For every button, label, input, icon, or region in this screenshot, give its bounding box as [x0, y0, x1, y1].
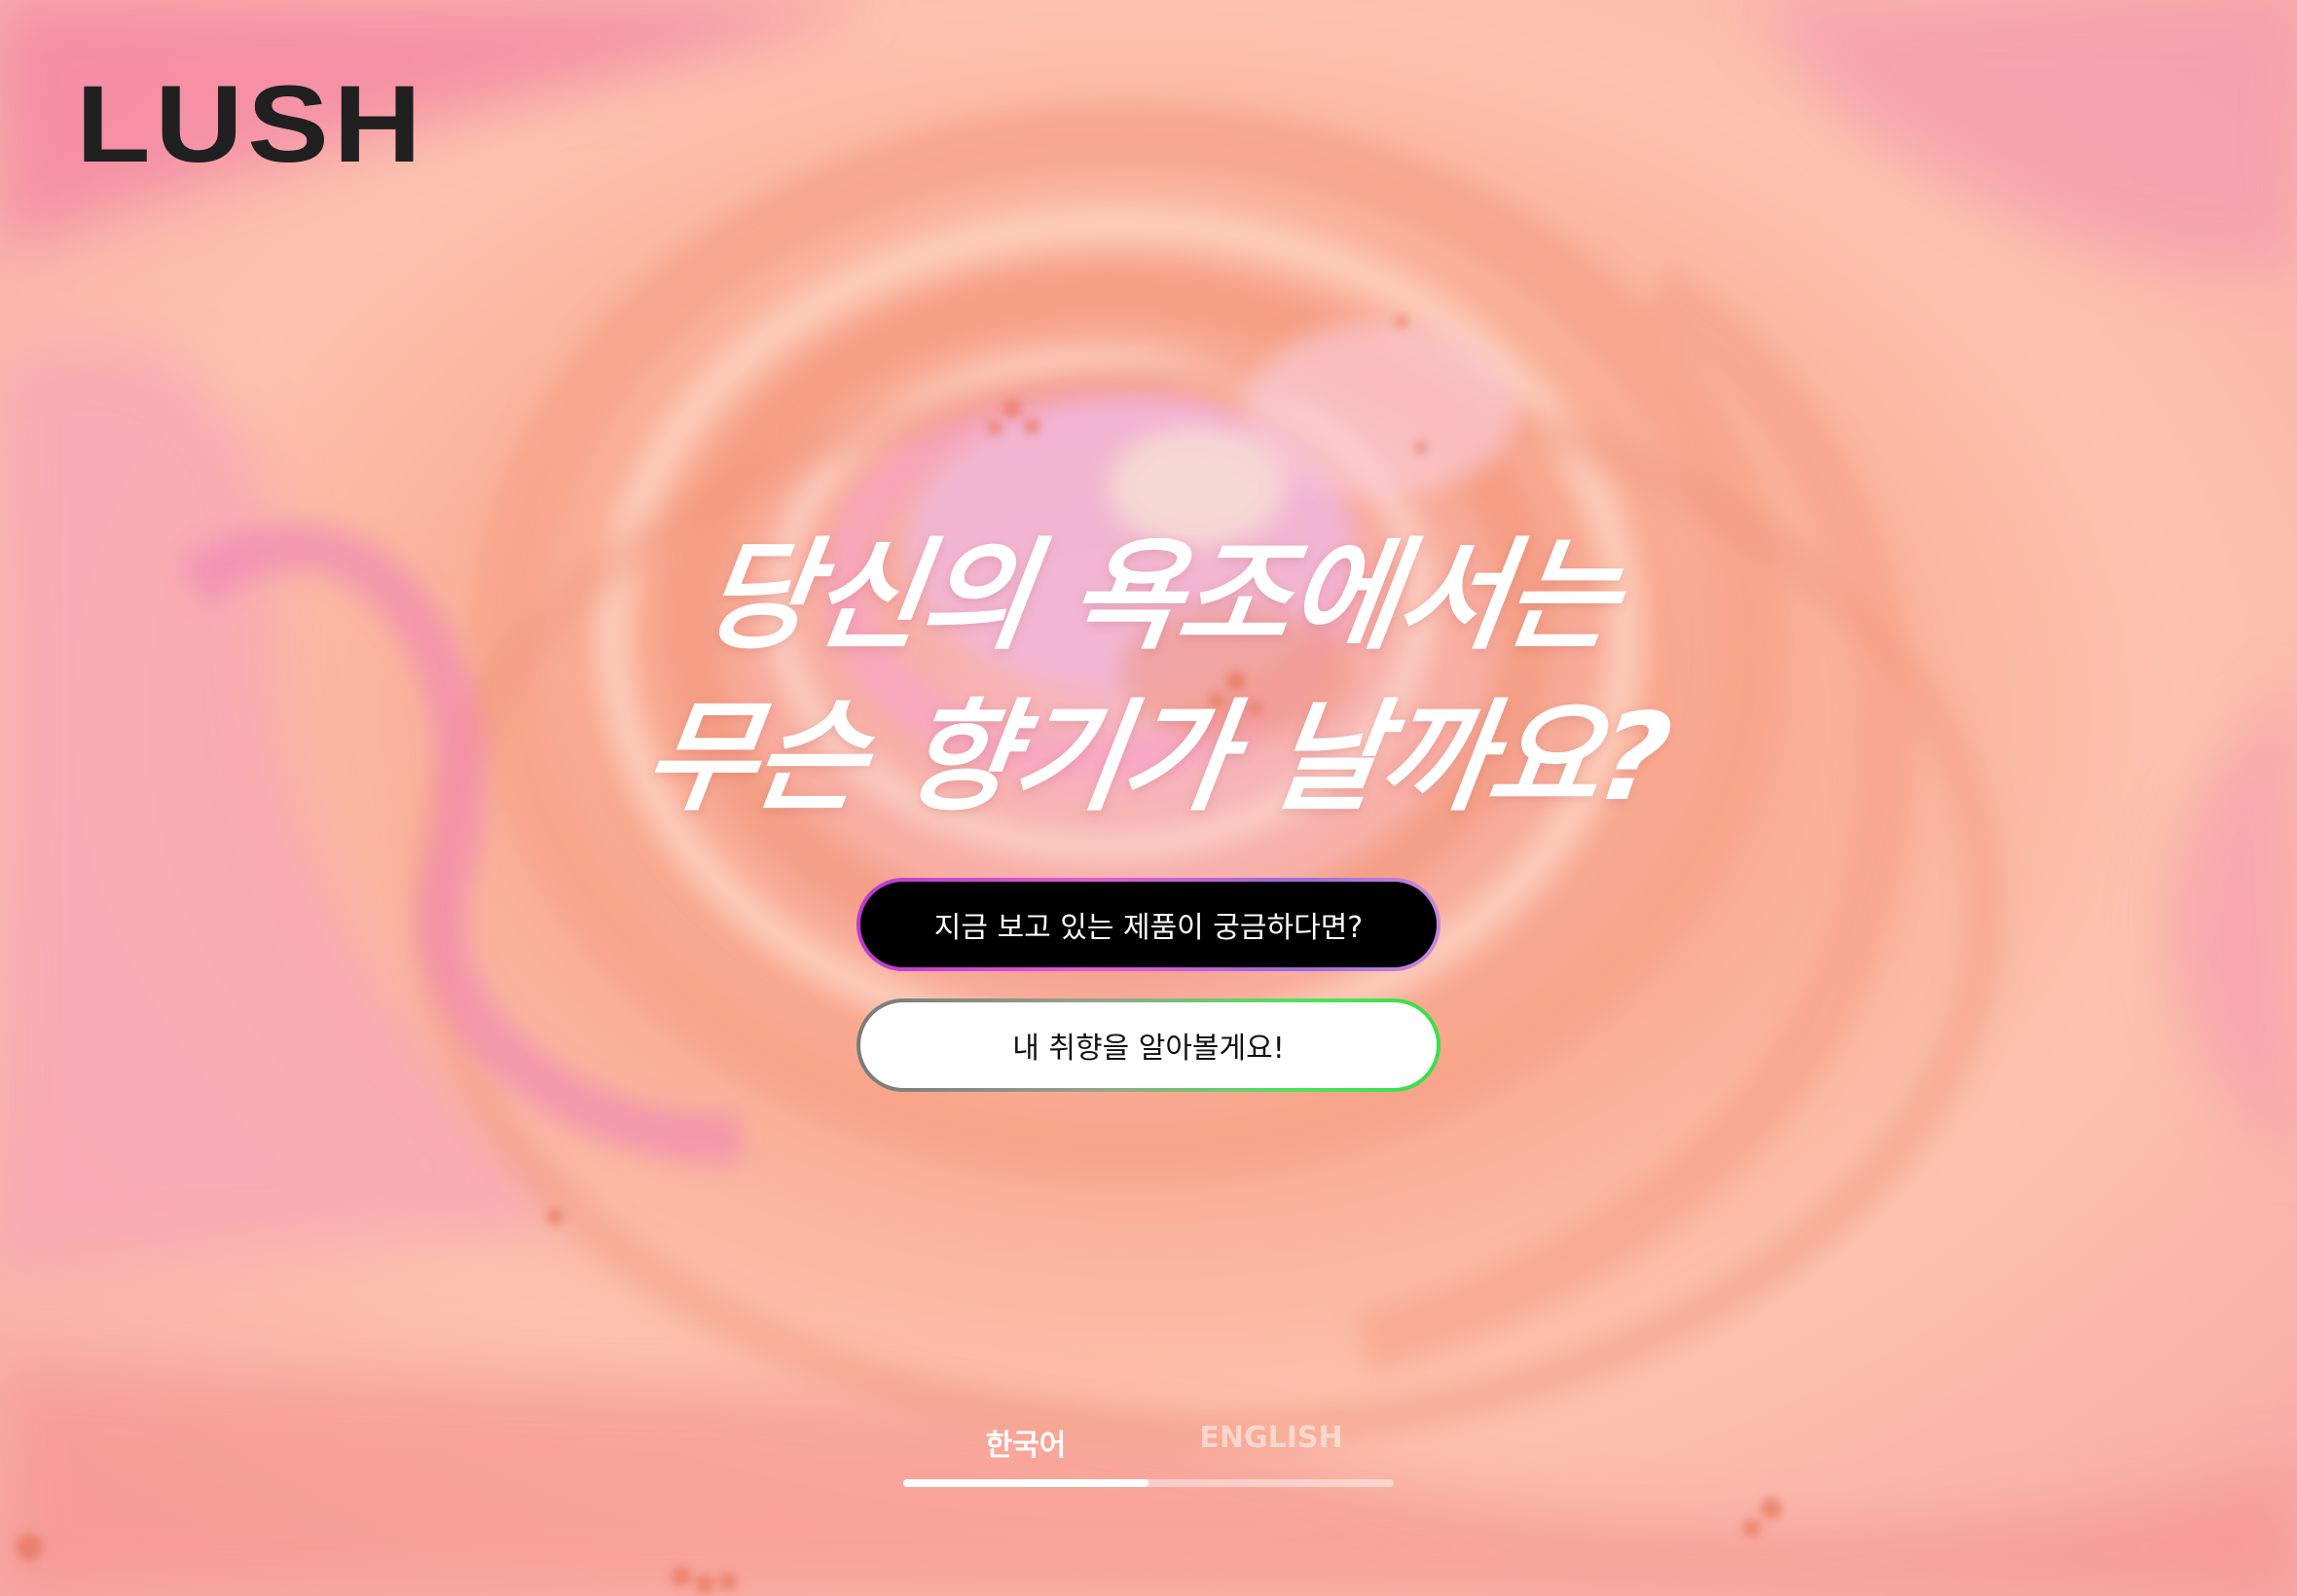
lush-logo[interactable]: LUSH	[76, 70, 425, 179]
language-switcher: 한국어 ENGLISH	[903, 1421, 1394, 1489]
active-language-indicator	[903, 1479, 1148, 1487]
tab-english[interactable]: ENGLISH	[1148, 1421, 1394, 1455]
headline-line-2: 무슨 향기가 날까요?	[636, 688, 1677, 828]
headline-line-1: 당신의 욕조에서는	[693, 526, 1626, 667]
tab-korean[interactable]: 한국어	[903, 1421, 1148, 1464]
language-track	[903, 1479, 1394, 1487]
find-my-preference-button[interactable]: 내 취향을 알아볼게요!	[857, 998, 1440, 1092]
hero-headline: 당신의 욕조에서는 무슨 향기가 날까요?	[0, 516, 2297, 839]
check-current-product-button[interactable]: 지금 보고 있는 제품이 궁금하다면?	[857, 878, 1440, 971]
